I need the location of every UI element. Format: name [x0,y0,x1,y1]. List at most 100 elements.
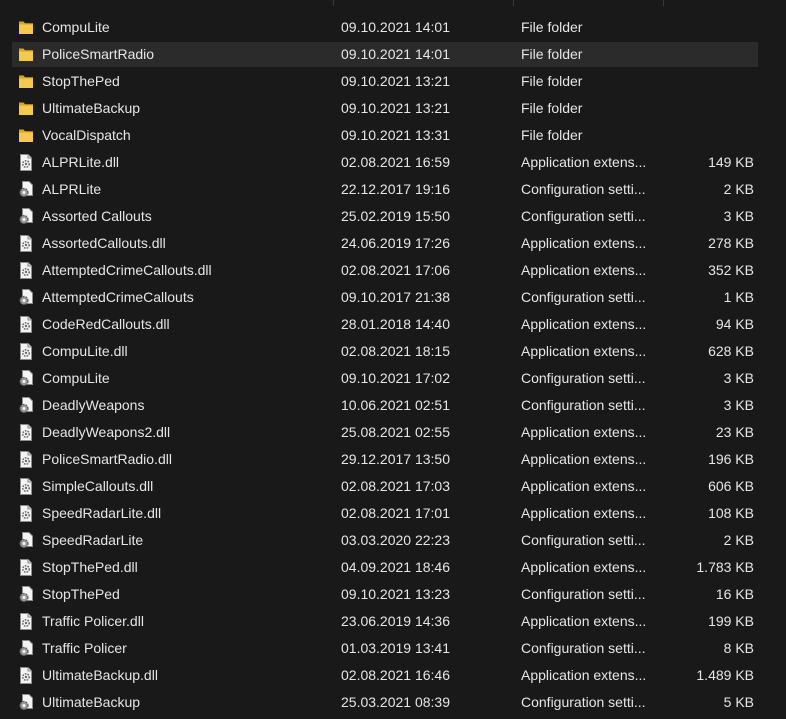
file-row[interactable]: StopThePed 09.10.2021 13:23 Configuratio… [12,582,758,607]
file-size: 2 KB [723,181,754,197]
file-date-modified: 02.08.2021 16:46 [341,667,450,683]
file-row[interactable]: Traffic Policer.dll 23.06.2019 14:36 App… [12,609,758,634]
file-name: DeadlyWeapons2.dll [42,424,171,440]
dll-file-icon [18,316,34,333]
dll-file-icon [18,262,34,279]
file-row[interactable]: DeadlyWeapons2.dll 25.08.2021 02:55 Appl… [12,420,758,445]
config-file-icon [18,208,34,225]
file-type: Application extens... [521,667,647,683]
file-row[interactable]: DeadlyWeapons 10.06.2021 02:51 Configura… [12,393,758,418]
dll-file-icon [18,424,34,441]
file-name: AttemptedCrimeCallouts.dll [42,262,212,278]
column-divider-size[interactable] [663,0,664,6]
file-row[interactable]: VocalDispatch 09.10.2021 13:31 File fold… [12,123,758,148]
column-divider-date[interactable] [333,0,334,6]
file-type: Application extens... [521,154,647,170]
file-name: UltimateBackup [42,694,141,710]
file-row[interactable]: SpeedRadarLite 03.03.2020 22:23 Configur… [12,528,758,553]
config-file-icon [18,397,34,414]
file-row[interactable]: AssortedCallouts.dll 24.06.2019 17:26 Ap… [12,231,758,256]
file-date-modified: 25.02.2019 15:50 [341,208,450,224]
file-size: 352 KB [708,262,754,278]
file-row[interactable]: StopThePed.dll 04.09.2021 18:46 Applicat… [12,555,758,580]
file-type: Application extens... [521,343,647,359]
config-file-icon [18,694,34,711]
file-type: Application extens... [521,559,647,575]
dll-file-icon [18,451,34,468]
file-date-modified: 24.06.2019 17:26 [341,235,450,251]
file-date-modified: 02.08.2021 17:01 [341,505,450,521]
file-row[interactable]: StopThePed 09.10.2021 13:21 File folder [12,69,758,94]
file-row[interactable]: CodeRedCallouts.dll 28.01.2018 14:40 App… [12,312,758,337]
file-date-modified: 09.10.2021 13:21 [341,100,450,116]
file-date-modified: 25.03.2021 08:39 [341,694,450,710]
config-file-icon [18,532,34,549]
file-type: Configuration setti... [521,694,646,710]
file-name: Traffic Policer [42,640,127,656]
file-row[interactable]: PoliceSmartRadio.dll 29.12.2017 13:50 Ap… [12,447,758,472]
file-date-modified: 09.10.2021 13:23 [341,586,450,602]
file-type: Configuration setti... [521,208,646,224]
folder-icon [18,127,34,144]
folder-icon [18,73,34,90]
file-type: Configuration setti... [521,370,646,386]
file-date-modified: 09.10.2021 14:01 [341,19,450,35]
file-row[interactable]: SpeedRadarLite.dll 02.08.2021 17:01 Appl… [12,501,758,526]
dll-file-icon [18,667,34,684]
file-size: 199 KB [708,613,754,629]
file-type: Application extens... [521,451,647,467]
file-size: 1 KB [723,289,754,305]
file-name: CodeRedCallouts.dll [42,316,170,332]
file-date-modified: 22.12.2017 19:16 [341,181,450,197]
dll-file-icon [18,478,34,495]
file-row[interactable]: AttemptedCrimeCallouts 09.10.2017 21:38 … [12,285,758,310]
file-row[interactable]: Traffic Policer 01.03.2019 13:41 Configu… [12,636,758,661]
file-size: 94 KB [715,316,754,332]
file-row[interactable]: CompuLite 09.10.2021 14:01 File folder [12,15,758,40]
file-type: File folder [521,100,583,116]
file-name: Traffic Policer.dll [42,613,144,629]
file-type: Configuration setti... [521,640,646,656]
file-name: AttemptedCrimeCallouts [42,289,194,305]
config-file-icon [18,586,34,603]
file-name: UltimateBackup.dll [42,667,158,683]
file-size: 2 KB [723,532,754,548]
file-name: SimpleCallouts.dll [42,478,154,494]
file-type: Configuration setti... [521,181,646,197]
file-size: 3 KB [723,370,754,386]
column-divider-type[interactable] [513,0,514,6]
file-type: Application extens... [521,478,647,494]
file-row[interactable]: UltimateBackup 09.10.2021 13:21 File fol… [12,96,758,121]
file-size: 23 KB [715,424,754,440]
file-row[interactable]: CompuLite.dll 02.08.2021 18:15 Applicati… [12,339,758,364]
file-type: File folder [521,19,583,35]
file-date-modified: 02.08.2021 17:06 [341,262,450,278]
file-row[interactable]: ALPRLite 22.12.2017 19:16 Configuration … [12,177,758,202]
file-row[interactable]: Assorted Callouts 25.02.2019 15:50 Confi… [12,204,758,229]
file-row[interactable]: UltimateBackup.dll 02.08.2021 16:46 Appl… [12,663,758,688]
file-row[interactable]: ALPRLite.dll 02.08.2021 16:59 Applicatio… [12,150,758,175]
file-row[interactable]: CompuLite 09.10.2021 17:02 Configuration… [12,366,758,391]
config-file-icon [18,640,34,657]
file-row[interactable]: AttemptedCrimeCallouts.dll 02.08.2021 17… [12,258,758,283]
file-date-modified: 09.10.2021 13:21 [341,73,450,89]
file-type: File folder [521,127,583,143]
dll-file-icon [18,505,34,522]
file-size: 3 KB [723,397,754,413]
file-size: 196 KB [708,451,754,467]
file-row[interactable]: PoliceSmartRadio 09.10.2021 14:01 File f… [12,42,758,67]
file-size: 606 KB [708,478,754,494]
file-size: 5 KB [723,694,754,710]
file-size: 8 KB [723,640,754,656]
file-row[interactable]: SimpleCallouts.dll 02.08.2021 17:03 Appl… [12,474,758,499]
file-size: 1.783 KB [696,559,754,575]
file-name: StopThePed [42,73,120,89]
file-name: ALPRLite [42,181,102,197]
config-file-icon [18,370,34,387]
file-type: Configuration setti... [521,289,646,305]
dll-file-icon [18,613,34,630]
file-row[interactable]: UltimateBackup 25.03.2021 08:39 Configur… [12,690,758,715]
file-name: PoliceSmartRadio [42,46,155,62]
file-type: Application extens... [521,613,647,629]
file-type: Configuration setti... [521,586,646,602]
